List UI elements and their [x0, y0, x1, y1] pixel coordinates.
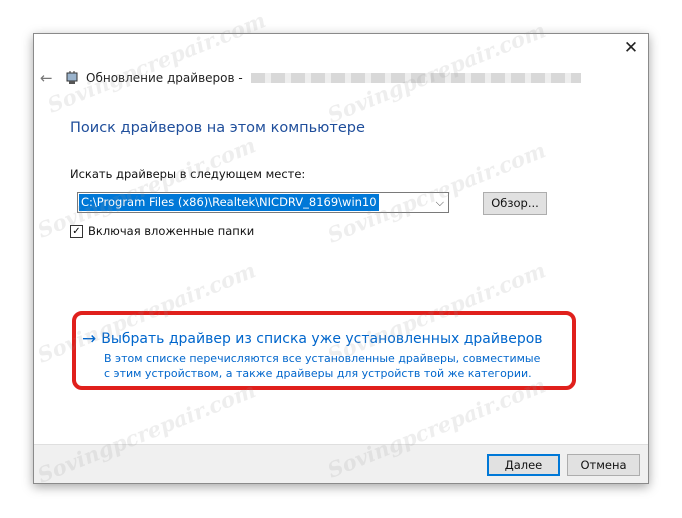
arrow-right-icon[interactable]: → [82, 330, 96, 348]
pick-from-list-link[interactable]: → Выбрать драйвер из списка уже установл… [82, 330, 543, 348]
search-location-label: Искать драйверы в следующем месте: [70, 167, 306, 181]
include-subfolders-checkbox[interactable]: ✓ [70, 224, 83, 238]
cancel-button[interactable]: Отмена [567, 454, 640, 476]
back-arrow-icon[interactable]: ← [40, 68, 60, 88]
search-path-combobox[interactable]: C:\Program Files (x86)\Realtek\NICDRV_81… [77, 192, 449, 213]
title-bar: ← Обновление драйверов - [40, 68, 620, 88]
close-icon[interactable]: ✕ [622, 39, 640, 57]
pick-from-list-title[interactable]: Выбрать драйвер из списка уже установлен… [101, 331, 542, 347]
page-title: Поиск драйверов на этом компьютере [70, 120, 365, 136]
next-button[interactable]: Далее [487, 454, 560, 476]
device-icon [66, 71, 78, 84]
dialog-footer: Далее Отмена [34, 444, 648, 483]
pick-from-list-description[interactable]: В этом списке перечисляются все установл… [104, 351, 544, 381]
driver-update-dialog: ✕ ← Обновление драйверов - Поиск драйвер… [33, 33, 649, 484]
search-path-value[interactable]: C:\Program Files (x86)\Realtek\NICDRV_81… [79, 194, 379, 211]
window-title: Обновление драйверов - [86, 71, 243, 85]
browse-button[interactable]: Обзор... [483, 192, 547, 215]
chevron-down-icon[interactable]: ⌵ [436, 194, 444, 211]
include-subfolders-row[interactable]: ✓ Включая вложенные папки [70, 224, 254, 238]
redacted-device-name [250, 73, 581, 83]
include-subfolders-label[interactable]: Включая вложенные папки [88, 224, 254, 238]
